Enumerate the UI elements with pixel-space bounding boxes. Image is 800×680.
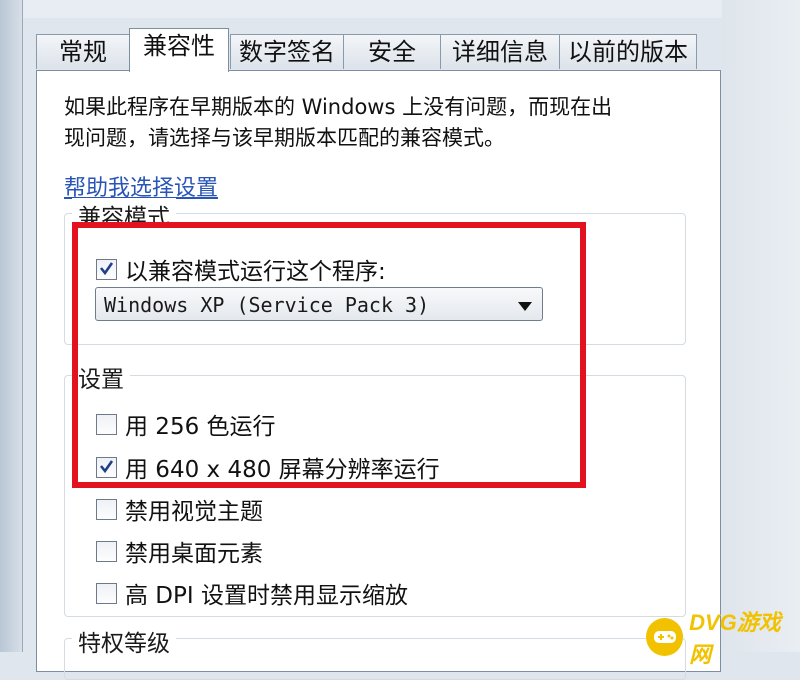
tab-compatibility[interactable]: 兼容性	[129, 28, 229, 72]
run-in-compat-mode-checkbox[interactable]: 以兼容模式运行这个程序:	[96, 252, 386, 286]
settings-title: 设置	[72, 360, 130, 394]
watermark-text: DVG游戏网	[689, 610, 781, 667]
disable-dpi-scaling-label: 高 DPI 设置时禁用显示缩放	[125, 583, 408, 609]
disable-visual-themes-checkbox[interactable]: 禁用视觉主题	[96, 492, 263, 526]
gamepad-icon	[646, 618, 684, 656]
checkbox-checked-icon[interactable]	[96, 258, 117, 280]
disable-desktop-composition-label: 禁用桌面元素	[125, 541, 263, 567]
checkbox-unchecked-icon[interactable]	[96, 498, 117, 520]
tab-details[interactable]: 详细信息	[440, 34, 560, 69]
window-top-edge	[0, 0, 800, 18]
checkbox-unchecked-icon[interactable]	[96, 413, 117, 435]
site-watermark: DVG游戏网	[646, 605, 800, 669]
dropdown-arrow-icon[interactable]	[518, 302, 532, 311]
os-version-selected-value: Windows XP (Service Pack 3)	[104, 293, 430, 317]
run-in-compat-mode-label: 以兼容模式运行这个程序:	[125, 259, 386, 285]
disable-dpi-scaling-checkbox[interactable]: 高 DPI 设置时禁用显示缩放	[96, 576, 408, 610]
checkbox-unchecked-icon[interactable]	[96, 582, 117, 604]
compat-mode-title: 兼容模式	[72, 198, 176, 232]
tab-security[interactable]: 安全	[343, 34, 441, 69]
tab-general[interactable]: 常规	[36, 34, 130, 69]
checkbox-checked-icon[interactable]	[96, 456, 117, 478]
run-256-colors-checkbox[interactable]: 用 256 色运行	[96, 407, 276, 441]
privilege-title: 特权等级	[72, 624, 176, 658]
disable-desktop-composition-checkbox[interactable]: 禁用桌面元素	[96, 534, 263, 568]
run-256-colors-label: 用 256 色运行	[125, 414, 276, 440]
run-640x480-checkbox[interactable]: 用 640 x 480 屏幕分辨率运行	[96, 450, 440, 484]
os-version-select[interactable]: Windows XP (Service Pack 3)	[95, 287, 543, 321]
checkbox-unchecked-icon[interactable]	[96, 540, 117, 562]
disable-visual-themes-label: 禁用视觉主题	[125, 499, 263, 525]
compatibility-description: 如果此程序在早期版本的 Windows 上没有问题，而现在出 现问题，请选择与该…	[64, 95, 613, 150]
tab-digital-signatures[interactable]: 数字签名	[230, 34, 344, 69]
window-left-edge	[0, 0, 23, 652]
tab-previous-versions[interactable]: 以前的版本	[559, 34, 697, 69]
window-right-edge	[722, 0, 800, 652]
run-640x480-label: 用 640 x 480 屏幕分辨率运行	[125, 457, 440, 483]
